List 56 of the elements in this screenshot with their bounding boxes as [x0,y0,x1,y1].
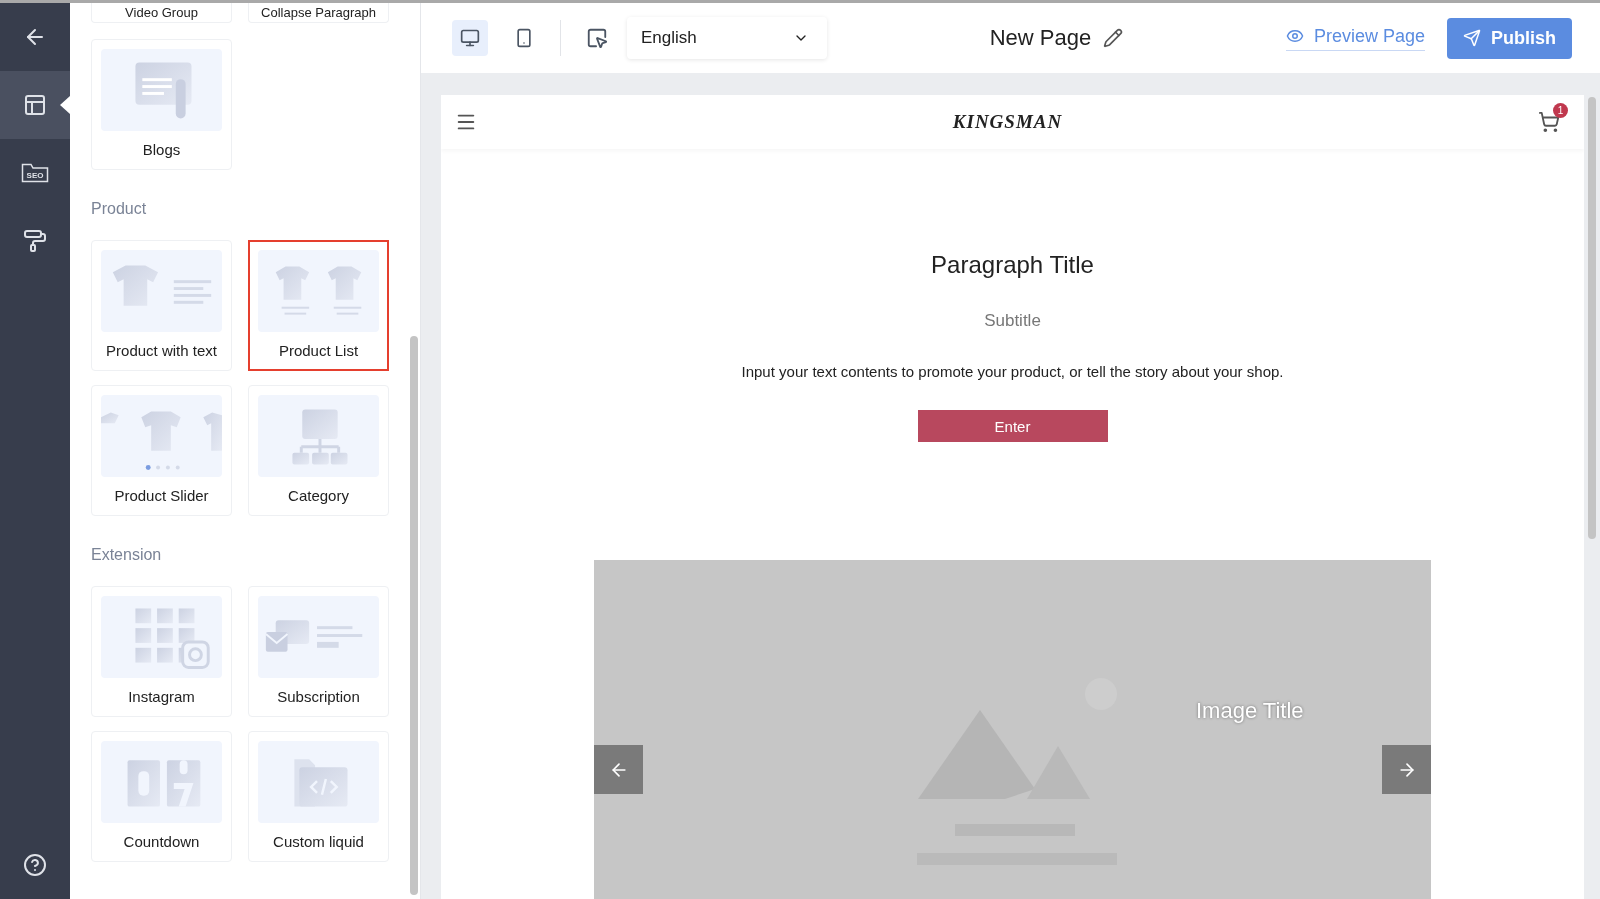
component-card[interactable]: Custom liquid [248,731,389,862]
store-logo: KINGSMAN [952,111,1063,133]
product-slider-icon [101,395,222,477]
send-icon [1463,29,1481,47]
component-card[interactable]: Collapse Paragraph [248,3,389,23]
component-card[interactable]: Countdown [91,731,232,862]
page-title: New Page [989,25,1092,51]
section-heading: Extension [91,546,163,564]
card-label: Instagram [127,688,196,705]
pointer-icon [586,27,608,49]
instagram-icon [101,596,222,678]
device-toggle[interactable] [452,20,488,56]
card-label: Product Slider [113,487,210,504]
product-list-icon [258,250,379,332]
section-heading: Product [91,200,148,218]
cart-icon[interactable] [1538,111,1560,133]
help-icon [23,853,47,877]
paint-roller-icon [23,229,47,253]
category-icon [258,395,379,477]
card-label: Subscription [276,688,361,705]
card-label: Countdown [122,833,201,850]
desktop-icon [460,28,480,48]
component-card[interactable]: Subscription [248,586,389,717]
seo-folder-icon: SEO [21,163,49,183]
component-card[interactable]: Product Slider [91,385,232,516]
eye-icon [1285,27,1304,45]
subtitle: Subtitle [984,311,1041,331]
component-card[interactable]: Blogs [91,39,232,170]
enter-button[interactable]: Enter [917,410,1108,442]
component-card[interactable]: Product with text [91,240,232,371]
product-text-icon [101,250,222,332]
paragraph-title: Paragraph Title [931,251,1094,279]
mobile-icon [514,28,534,48]
countdown-icon [101,741,222,823]
component-card[interactable]: Instagram [91,586,232,717]
card-label: Product with text [105,342,218,359]
language-select[interactable]: English [627,17,827,59]
blogs-icon [101,49,222,131]
body-text: Input your text contents to promote your product, or tell the story about your shop. [741,363,1284,380]
component-card[interactable]: Product List [248,240,389,371]
canvas-scrollbar-thumb[interactable] [1588,97,1596,539]
scrollbar-thumb[interactable] [410,336,418,895]
image-title: Image Title [1196,698,1304,724]
card-label: Category [287,487,350,504]
nav-tab[interactable] [0,71,70,139]
layout-icon [23,93,47,117]
subscription-icon [258,596,379,678]
custom-liquid-icon [258,741,379,823]
card-label: Custom liquid [272,833,365,850]
card-label: Blogs [141,141,182,158]
component-card[interactable]: Category [248,385,389,516]
component-card[interactable]: Video Group [91,3,232,23]
nav-tab[interactable]: SEO [0,139,70,207]
card-label: Product List [277,342,360,359]
cart-count: 1 [1553,103,1568,118]
edit-icon[interactable] [1103,28,1124,48]
